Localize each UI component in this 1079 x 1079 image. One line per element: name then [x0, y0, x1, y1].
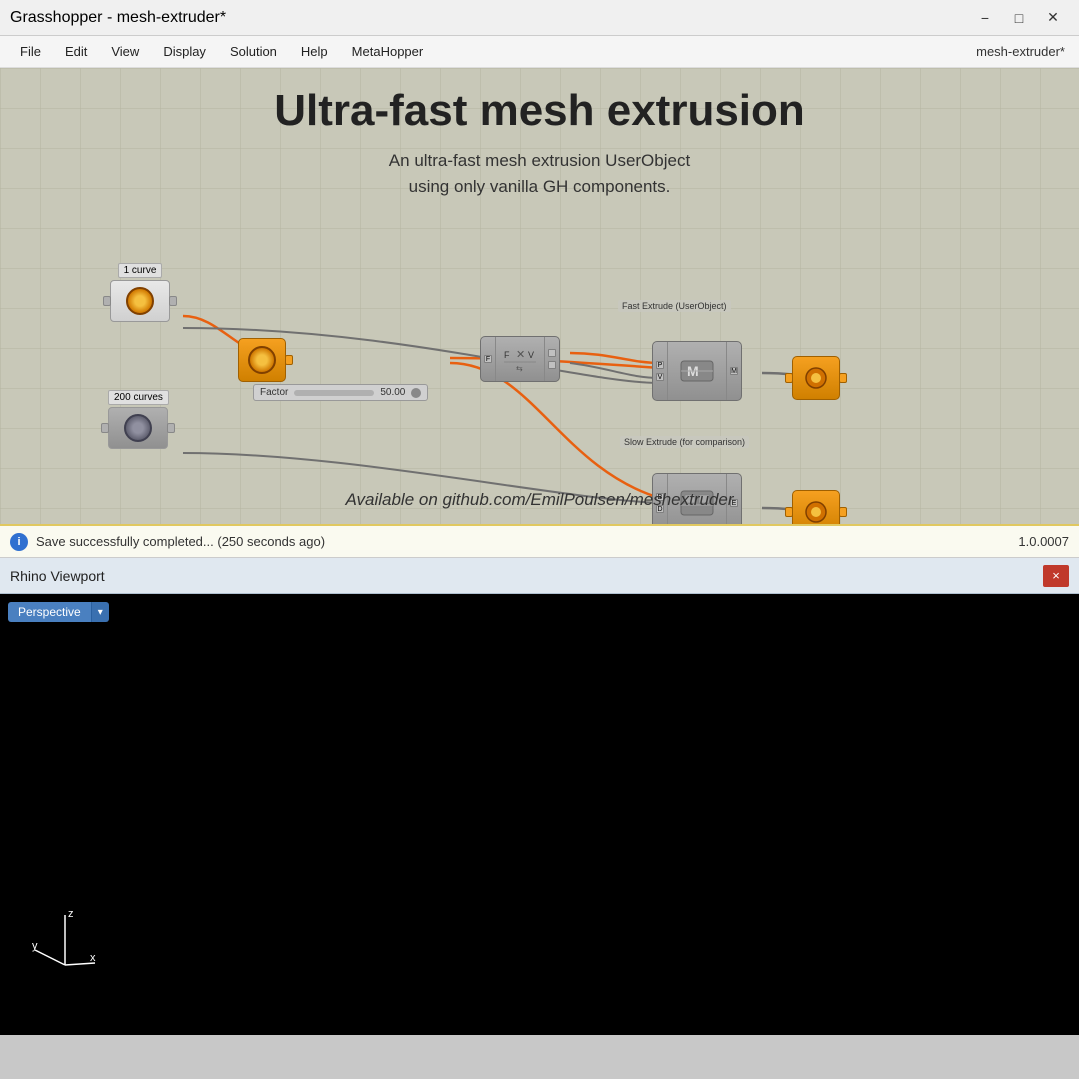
- minimize-button[interactable]: −: [969, 4, 1001, 32]
- menu-bar: File Edit View Display Solution Help Met…: [0, 36, 1079, 68]
- menu-solution[interactable]: Solution: [218, 40, 289, 63]
- dispatch-inner: F ✕ V ⇆: [496, 337, 544, 381]
- fast-extrude-port-p: P: [656, 361, 664, 369]
- fast-extrude-ports-right: M: [726, 342, 741, 400]
- param-1curve-label: 1 curve: [118, 263, 163, 278]
- dispatch-port-out1: [548, 349, 556, 357]
- close-button[interactable]: ✕: [1037, 4, 1069, 32]
- fast-extrude-node[interactable]: P V M M: [652, 341, 742, 401]
- svg-text:⇆: ⇆: [516, 364, 523, 373]
- canvas-title: Ultra-fast mesh extrusion: [0, 86, 1079, 136]
- dispatch-ports-left: F: [481, 337, 496, 381]
- perspective-control[interactable]: Perspective ▾: [8, 602, 109, 622]
- status-left: i Save successfully completed... (250 se…: [10, 533, 325, 551]
- fast-extrude-icon: M: [679, 353, 715, 389]
- fast-extrude-ports-left: P V: [653, 342, 668, 400]
- orange-source-node[interactable]: [238, 338, 286, 382]
- param-200curves-right-port: [167, 423, 175, 433]
- slow-extrude-label: Slow Extrude (for comparison): [620, 436, 749, 448]
- canvas-footer: Available on github.com/EmilPoulsen/mesh…: [0, 490, 1079, 510]
- menu-items: File Edit View Display Solution Help Met…: [8, 40, 435, 63]
- param-200curves[interactable]: 200 curves: [108, 390, 169, 449]
- grasshopper-canvas[interactable]: Ultra-fast mesh extrusion An ultra-fast …: [0, 68, 1079, 524]
- menu-file[interactable]: File: [8, 40, 53, 63]
- app-title: Grasshopper - mesh-extruder*: [10, 9, 226, 27]
- menu-metahopper[interactable]: MetaHopper: [340, 40, 436, 63]
- file-name-display: mesh-extruder*: [976, 44, 1071, 59]
- viewport-header: Rhino Viewport ×: [0, 558, 1079, 594]
- perspective-button[interactable]: Perspective: [8, 602, 91, 622]
- status-bar: i Save successfully completed... (250 se…: [0, 524, 1079, 558]
- perspective-dropdown-button[interactable]: ▾: [91, 602, 109, 622]
- param-1curve-right-port: [169, 296, 177, 306]
- factor-value: 50.00: [380, 387, 405, 398]
- fast-extrude-port-v: V: [656, 373, 664, 381]
- subtitle-line1: An ultra-fast mesh extrusion UserObject: [0, 148, 1079, 174]
- svg-text:z: z: [68, 908, 74, 920]
- fast-extrude-label: Fast Extrude (UserObject): [618, 300, 731, 312]
- menu-edit[interactable]: Edit: [53, 40, 99, 63]
- status-message: Save successfully completed... (250 seco…: [36, 534, 325, 549]
- axis-svg: z y x: [30, 905, 100, 975]
- svg-text:y: y: [32, 940, 38, 952]
- window-controls: − □ ✕: [969, 4, 1069, 32]
- subtitle-line2: using only vanilla GH components.: [0, 174, 1079, 200]
- status-version: 1.0.0007: [1018, 534, 1069, 549]
- fast-extrude-output[interactable]: [792, 356, 840, 400]
- param-200curves-label: 200 curves: [108, 390, 169, 405]
- viewport-close-button[interactable]: ×: [1043, 565, 1069, 587]
- fast-output-icon: [803, 365, 829, 391]
- svg-text:✕: ✕: [516, 349, 525, 361]
- title-bar: Grasshopper - mesh-extruder* − □ ✕: [0, 0, 1079, 36]
- param-1curve[interactable]: 1 curve: [110, 263, 170, 322]
- status-icon: i: [10, 533, 28, 551]
- dispatch-port-f: F: [484, 355, 492, 363]
- fast-output-left-port: [785, 373, 793, 383]
- dispatch-node[interactable]: F F ✕ V ⇆: [480, 336, 560, 382]
- fast-output-right-port: [839, 373, 847, 383]
- fast-extrude-port-m: M: [730, 367, 738, 375]
- dispatch-port-out2: [548, 361, 556, 369]
- spiral-icon-2: [124, 414, 152, 442]
- viewport-title: Rhino Viewport: [10, 568, 105, 584]
- factor-component[interactable]: Factor 50.00: [253, 384, 428, 401]
- canvas-subtitle: An ultra-fast mesh extrusion UserObject …: [0, 148, 1079, 199]
- factor-knob: [411, 388, 421, 398]
- param-1curve-node[interactable]: [110, 280, 170, 322]
- menu-view[interactable]: View: [99, 40, 151, 63]
- dispatch-icon: F ✕ V ⇆: [502, 344, 538, 374]
- param-200curves-left-port: [101, 423, 109, 433]
- menu-help[interactable]: Help: [289, 40, 340, 63]
- svg-text:V: V: [528, 350, 534, 360]
- menu-display[interactable]: Display: [151, 40, 218, 63]
- rhino-viewport[interactable]: Perspective ▾: [0, 594, 1079, 1035]
- factor-slider-container[interactable]: Factor 50.00: [253, 384, 428, 401]
- orange-source-icon: [248, 346, 276, 374]
- svg-text:x: x: [90, 952, 96, 964]
- param-1curve-left-port: [103, 296, 111, 306]
- wireframe-svg: [0, 594, 1079, 1035]
- axis-indicator: z y x: [30, 905, 100, 975]
- factor-label: Factor: [260, 387, 288, 398]
- maximize-button[interactable]: □: [1003, 4, 1035, 32]
- param-200curves-node[interactable]: [108, 407, 168, 449]
- orange-source-right-port: [285, 355, 293, 365]
- spiral-icon-1: [126, 287, 154, 315]
- factor-track[interactable]: [294, 390, 374, 396]
- title-bar-left: Grasshopper - mesh-extruder*: [10, 9, 226, 27]
- dispatch-ports-right: [544, 337, 559, 381]
- fast-extrude-inner: M: [668, 342, 726, 400]
- svg-text:F: F: [504, 350, 510, 360]
